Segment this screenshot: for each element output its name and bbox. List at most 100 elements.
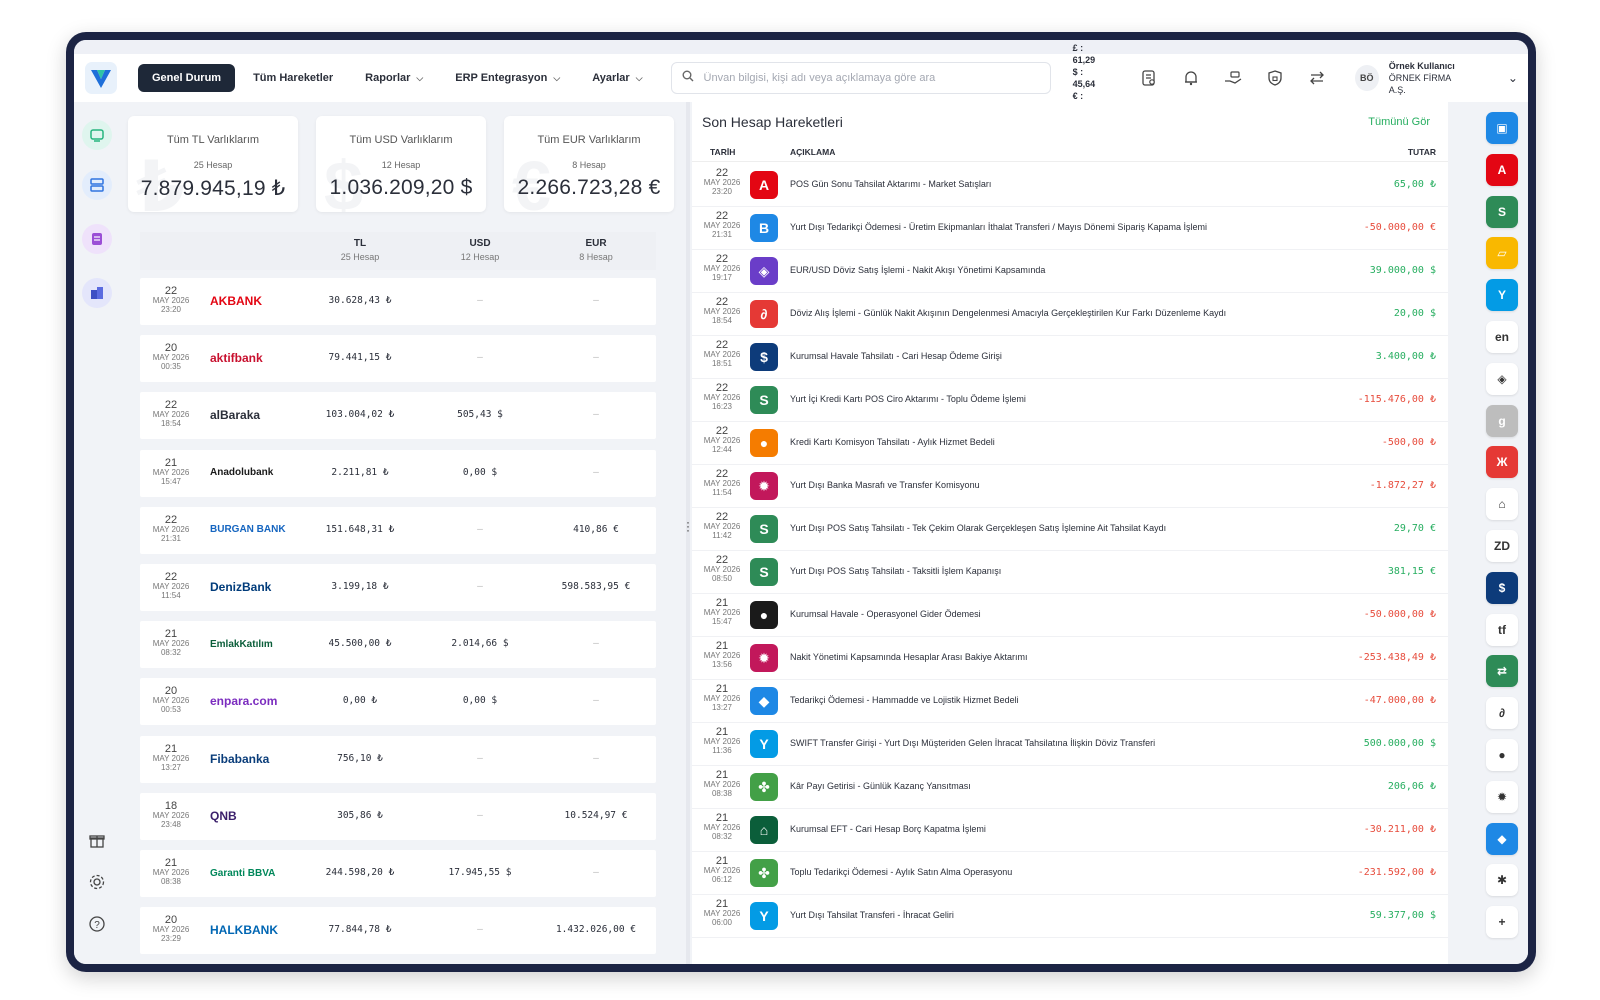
bank-shortcut-fibabanka-icon[interactable]: ◆ (1486, 822, 1518, 855)
bank-row[interactable]: 21 MAY 2026 08:38 Garanti BBVA 244.598,20 ₺ 1… (140, 850, 656, 897)
movement-row[interactable]: 21 MAY 2026 13:56 ✹ Nakit Yönetimi Kapsamınd… (692, 637, 1448, 680)
movement-description: POS Gün Sonu Tahsilat Aktarımı - Market … (790, 179, 992, 189)
row-day: 18 (164, 799, 178, 812)
movement-time: 08:38 (711, 789, 733, 798)
resize-handle-icon[interactable]: · · · (686, 516, 690, 536)
movement-description: Tedarikçi Ödemesi - Hammadde ve Lojistik… (790, 695, 1019, 705)
bank-logo-icon: ⌂ (750, 816, 778, 844)
header-amount: TUTAR (1407, 147, 1436, 157)
dashboard-icon[interactable] (82, 120, 112, 150)
bank-shortcut-akbank-icon[interactable]: A (1486, 153, 1518, 186)
movement-row[interactable]: 22 MAY 2026 21:31 B Yurt Dışı Tedarikçi Ödem… (692, 207, 1448, 250)
user-avatar[interactable]: BÖ (1354, 65, 1379, 91)
bank-shortcut-emlak-icon[interactable]: ⌂ (1486, 488, 1518, 521)
movement-row[interactable]: 21 MAY 2026 13:27 ◆ Tedarikçi Ödemesi - Hamm… (692, 680, 1448, 723)
bank-row[interactable]: 22 MAY 2026 23:20 AKBANK 30.628,43 ₺ – – (140, 278, 656, 325)
bank-row[interactable]: 20 MAY 2026 23:29 HALKBANK 77.844,78 ₺ – 1.432… (140, 907, 656, 955)
movement-row[interactable]: 21 MAY 2026 06:00 Y Yurt Dışı Tahsilat Trans… (692, 895, 1448, 938)
search-input[interactable] (703, 72, 1040, 84)
bank-shortcut-add-icon[interactable]: + (1486, 906, 1518, 939)
bank-shortcut-turkiye-finans-icon[interactable]: tf (1486, 613, 1518, 646)
nav-item-1[interactable]: Tüm Hareketler (239, 64, 347, 92)
movement-row[interactable]: 21 MAY 2026 08:38 ✤ Kâr Payı Getirisi - Günl… (692, 766, 1448, 809)
nav-item-3[interactable]: ERP Entegrasyon ⌵ (441, 64, 574, 92)
help-icon[interactable]: ? (87, 914, 107, 934)
movement-row[interactable]: 22 MAY 2026 18:54 ∂ Döviz Alış İşlemi - Günl… (692, 293, 1448, 336)
accounts-icon[interactable] (82, 170, 112, 200)
movement-row[interactable]: 22 MAY 2026 16:23 S Yurt İçi Kredi Kartı POS… (692, 379, 1448, 422)
movement-amount: 206,06 ₺ (1387, 781, 1436, 792)
bank-shortcut-anadolubank-icon[interactable]: ● (1486, 739, 1518, 771)
summary-card[interactable]: € Tüm EUR Varlıklarım 8 Hesap 2.266.723,28 … (504, 116, 674, 212)
bank-shortcut-yapikredi-icon[interactable]: Y (1486, 279, 1518, 312)
nav-item-0[interactable]: Genel Durum (138, 64, 236, 92)
summary-card[interactable]: ₺ Tüm TL Varlıklarım 25 Hesap 7.879.945,19 … (128, 116, 298, 212)
see-all-link[interactable]: Tümünü Gör (1368, 116, 1430, 128)
nav-item-2[interactable]: Raporlar ⌵ (351, 64, 437, 92)
bank-shortcut-yellow-bank-icon[interactable]: ▱ (1486, 237, 1518, 270)
movement-row[interactable]: 22 MAY 2026 23:20 A POS Gün Sonu Tahsilat Ak… (692, 164, 1448, 207)
movement-row[interactable]: 22 MAY 2026 11:42 S Yurt Dışı POS Satış Tahs… (692, 508, 1448, 551)
bank-shortcut-grey-bank-icon[interactable]: g (1486, 404, 1518, 437)
security-shield-icon[interactable] (1261, 63, 1289, 93)
bank-row[interactable]: 22 MAY 2026 21:31 BURGAN BANK 151.648,31 ₺ – 4… (140, 506, 656, 554)
bank-shortcut-denizbank-icon[interactable]: ✹ (1486, 780, 1518, 813)
bank-shortcut-sekerbank-icon[interactable]: S (1486, 195, 1518, 228)
bank-row[interactable]: 21 MAY 2026 15:47 Anadolubank 2.211,81 ₺ 0,00… (140, 449, 656, 497)
bank-row[interactable]: 21 MAY 2026 08:32 EmlakKatılım 45.500,00 ₺ 2.… (140, 621, 656, 669)
notification-bell-icon[interactable] (1177, 63, 1205, 93)
movement-time: 23:20 (711, 187, 733, 196)
bank-shortcut-isbank-icon[interactable]: $ (1486, 571, 1518, 604)
movement-date: 22 MAY 2026 23:20 (698, 168, 746, 197)
bank-shortcut-vault-icon[interactable]: ▣ (1486, 112, 1518, 144)
user-menu-chevron-down-icon[interactable]: ⌄ (1508, 71, 1518, 85)
movement-row[interactable]: 21 MAY 2026 11:36 Y SWIFT Transfer Girişi - … (692, 723, 1448, 766)
nav-item-label: Genel Durum (152, 72, 222, 84)
document-icon[interactable] (1136, 63, 1164, 93)
movement-row[interactable]: 22 MAY 2026 12:44 ● Kredi Kartı Komisyon Tah… (692, 422, 1448, 465)
movement-time: 11:42 (712, 531, 732, 540)
bank-row[interactable]: 20 MAY 2026 00:53 enpara.com 0,00 ₺ 0,00 $ – (140, 678, 656, 726)
movement-day: 21 (715, 812, 729, 824)
bank-shortcut-ziraat-dark-icon[interactable]: ZD (1486, 530, 1518, 562)
movement-row[interactable]: 21 MAY 2026 08:32 ⌂ Kurumsal EFT - Cari Hesa… (692, 809, 1448, 852)
col-eur-label: EUR (585, 238, 607, 249)
movement-amount: 65,00 ₺ (1393, 179, 1436, 190)
search-box[interactable] (670, 62, 1051, 94)
bank-shortcut-qnb-icon[interactable]: ✱ (1486, 864, 1518, 897)
movement-date: 22 MAY 2026 16:23 (698, 383, 746, 412)
movement-row[interactable]: 21 MAY 2026 06:12 ✤ Toplu Tedarikçi Ödemesi … (692, 852, 1448, 895)
summary-card[interactable]: $ Tüm USD Varlıklarım 12 Hesap 1.036.209,20… (316, 116, 486, 212)
nav-item-4[interactable]: Ayarlar ⌵ (578, 64, 656, 92)
transfer-arrows-icon[interactable] (1303, 63, 1331, 93)
bank-shortcut-albaraka-icon[interactable]: ∂ (1486, 697, 1518, 730)
device-frame: Genel Durum Tüm Hareketler Raporlar ⌵ ERP En… (66, 32, 1536, 972)
movement-date: 22 MAY 2026 19:17 (698, 254, 746, 283)
movement-row[interactable]: 21 MAY 2026 15:47 ● Kurumsal Havale - Operas… (692, 594, 1448, 637)
app-logo[interactable] (84, 61, 118, 95)
movement-amount: 500.000,00 $ (1363, 738, 1436, 749)
movement-row[interactable]: 22 MAY 2026 11:54 ✹ Yurt Dışı Banka Masrafı … (692, 465, 1448, 508)
bank-row[interactable]: 20 MAY 2026 00:35 aktifbank 79.441,15 ₺ – – (140, 335, 656, 383)
bank-row[interactable]: 22 MAY 2026 11:54 DenizBank 3.199,18 ₺ – 598.5… (140, 564, 656, 611)
bank-row[interactable]: 18 MAY 2026 23:48 QNB 305,86 ₺ – 10.524,97 € (140, 792, 656, 840)
gift-icon[interactable] (87, 830, 107, 850)
summary-title: Tüm EUR Varlıklarım (537, 134, 641, 146)
bank-shortcut-diamond-bank-icon[interactable]: ◈ (1486, 362, 1518, 395)
bank-logo: alBaraka (210, 408, 261, 423)
user-info[interactable]: Örnek Kullanıcı ÖRNEK FİRMA A.Ş. (1389, 60, 1464, 96)
movement-row[interactable]: 22 MAY 2026 18:51 $ Kurumsal Havale Tahsilat… (692, 336, 1448, 379)
movement-date: 21 MAY 2026 06:00 (698, 899, 746, 928)
reports-icon[interactable] (82, 224, 112, 254)
movement-row[interactable]: 22 MAY 2026 08:50 S Yurt Dışı POS Satış Tahs… (692, 551, 1448, 594)
movement-day: 22 (715, 511, 729, 523)
bank-shortcut-green-arrows-icon[interactable]: ⇄ (1486, 655, 1518, 688)
movement-row[interactable]: 22 MAY 2026 19:17 ◈ EUR/USD Döviz Satış İşle… (692, 250, 1448, 293)
settings-gear-icon[interactable] (87, 872, 107, 892)
companies-icon[interactable] (82, 278, 112, 308)
payment-hand-icon[interactable] (1219, 63, 1247, 93)
bank-shortcut-red-bank-icon[interactable]: Ж (1486, 446, 1518, 479)
bank-row[interactable]: 22 MAY 2026 18:54 alBaraka 103.004,02 ₺ 505,4… (140, 392, 656, 440)
bank-shortcut-enpara-icon[interactable]: en (1486, 321, 1518, 353)
bank-row[interactable]: 21 MAY 2026 13:27 Fibabanka 756,10 ₺ – – (140, 735, 656, 783)
